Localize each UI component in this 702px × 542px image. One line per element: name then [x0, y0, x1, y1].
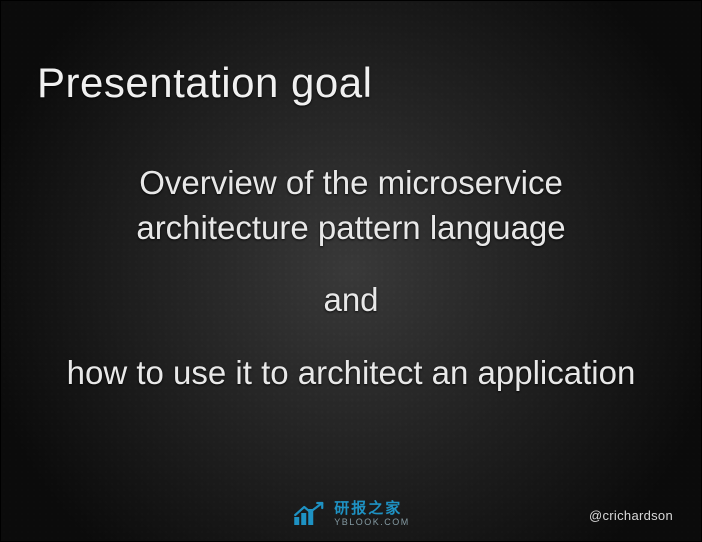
body-line-2: and — [61, 278, 641, 323]
slide-body: Overview of the microservice architectur… — [1, 161, 701, 423]
body-line-3: how to use it to architect an applicatio… — [61, 351, 641, 396]
slide: Presentation goal Overview of the micros… — [0, 0, 702, 542]
watermark-text: 研报之家 YBLOOK.COM — [334, 501, 410, 527]
watermark: 研报之家 YBLOOK.COM — [292, 501, 410, 527]
watermark-cn: 研报之家 — [334, 501, 410, 516]
watermark-en: YBLOOK.COM — [334, 518, 410, 527]
author-handle: @crichardson — [589, 508, 673, 523]
chart-arrow-icon — [292, 501, 326, 527]
slide-title: Presentation goal — [37, 59, 372, 107]
body-line-1: Overview of the microservice architectur… — [61, 161, 641, 250]
